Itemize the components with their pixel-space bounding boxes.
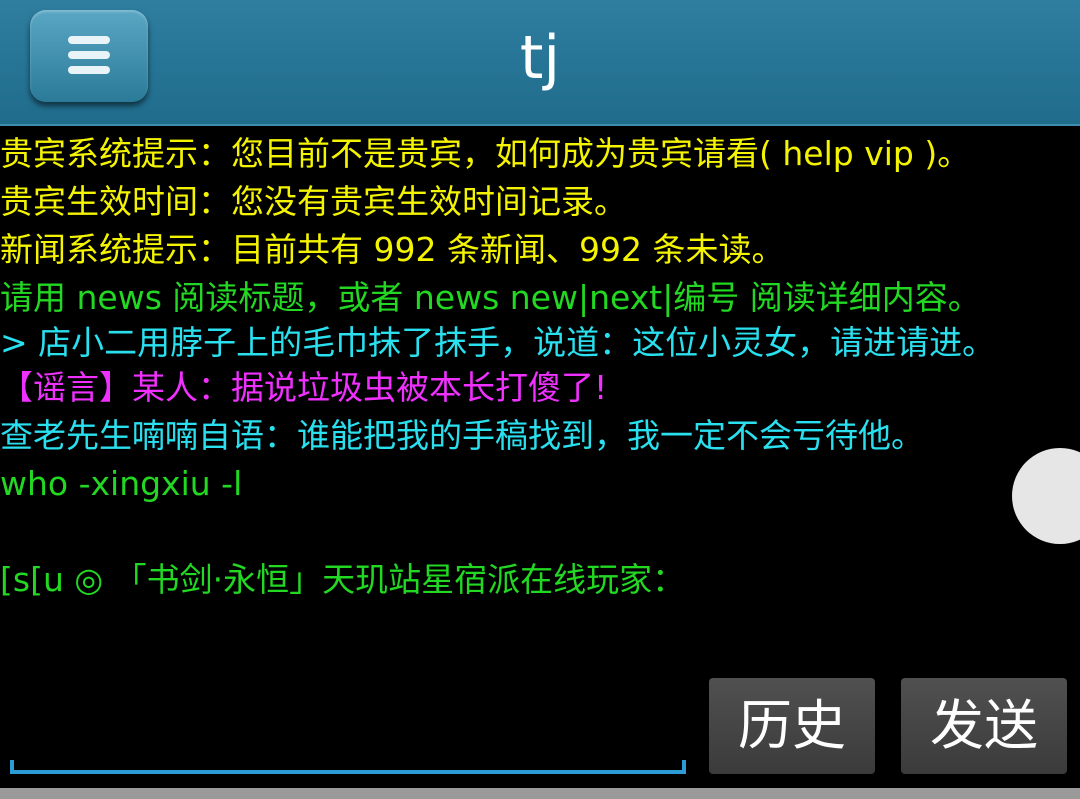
command-input-container bbox=[10, 690, 686, 774]
console-line: > 店小二用脖子上的毛巾抹了抹手，说道：这位小灵女，请进请进。 bbox=[0, 323, 996, 362]
history-button[interactable]: 历史 bbox=[709, 678, 875, 774]
app-header: tj bbox=[0, 0, 1080, 126]
console-line: 请用 news 阅读标题，或者 news new|next|编号 阅读详细内容。 bbox=[0, 278, 981, 317]
bottom-bar bbox=[0, 788, 1080, 799]
console-line: 新闻系统提示：目前共有 992 条新闻、992 条未读。 bbox=[0, 230, 785, 269]
console-output: 贵宾系统提示：您目前不是贵宾，如何成为贵宾请看( help vip )。 贵宾生… bbox=[0, 130, 1060, 604]
input-underline bbox=[10, 760, 686, 774]
console-line: 贵宾系统提示：您目前不是贵宾，如何成为贵宾请看( help vip )。 bbox=[0, 134, 971, 173]
console-line: [s[u ◎ 「书剑·永恒」天玑站星宿派在线玩家： bbox=[0, 560, 686, 599]
command-input[interactable] bbox=[14, 700, 678, 766]
send-button[interactable]: 发送 bbox=[901, 678, 1067, 774]
console-line: 贵宾生效时间：您没有贵宾生效时间记录。 bbox=[0, 182, 627, 221]
console-line: 查老先生喃喃自语：谁能把我的手稿找到，我一定不会亏待他。 bbox=[0, 416, 924, 455]
console-line: who -xingxiu -l bbox=[0, 464, 243, 503]
page-title: tj bbox=[519, 23, 561, 93]
console-line: 【谣言】某人：据说垃圾虫被本长打傻了! bbox=[0, 368, 608, 407]
